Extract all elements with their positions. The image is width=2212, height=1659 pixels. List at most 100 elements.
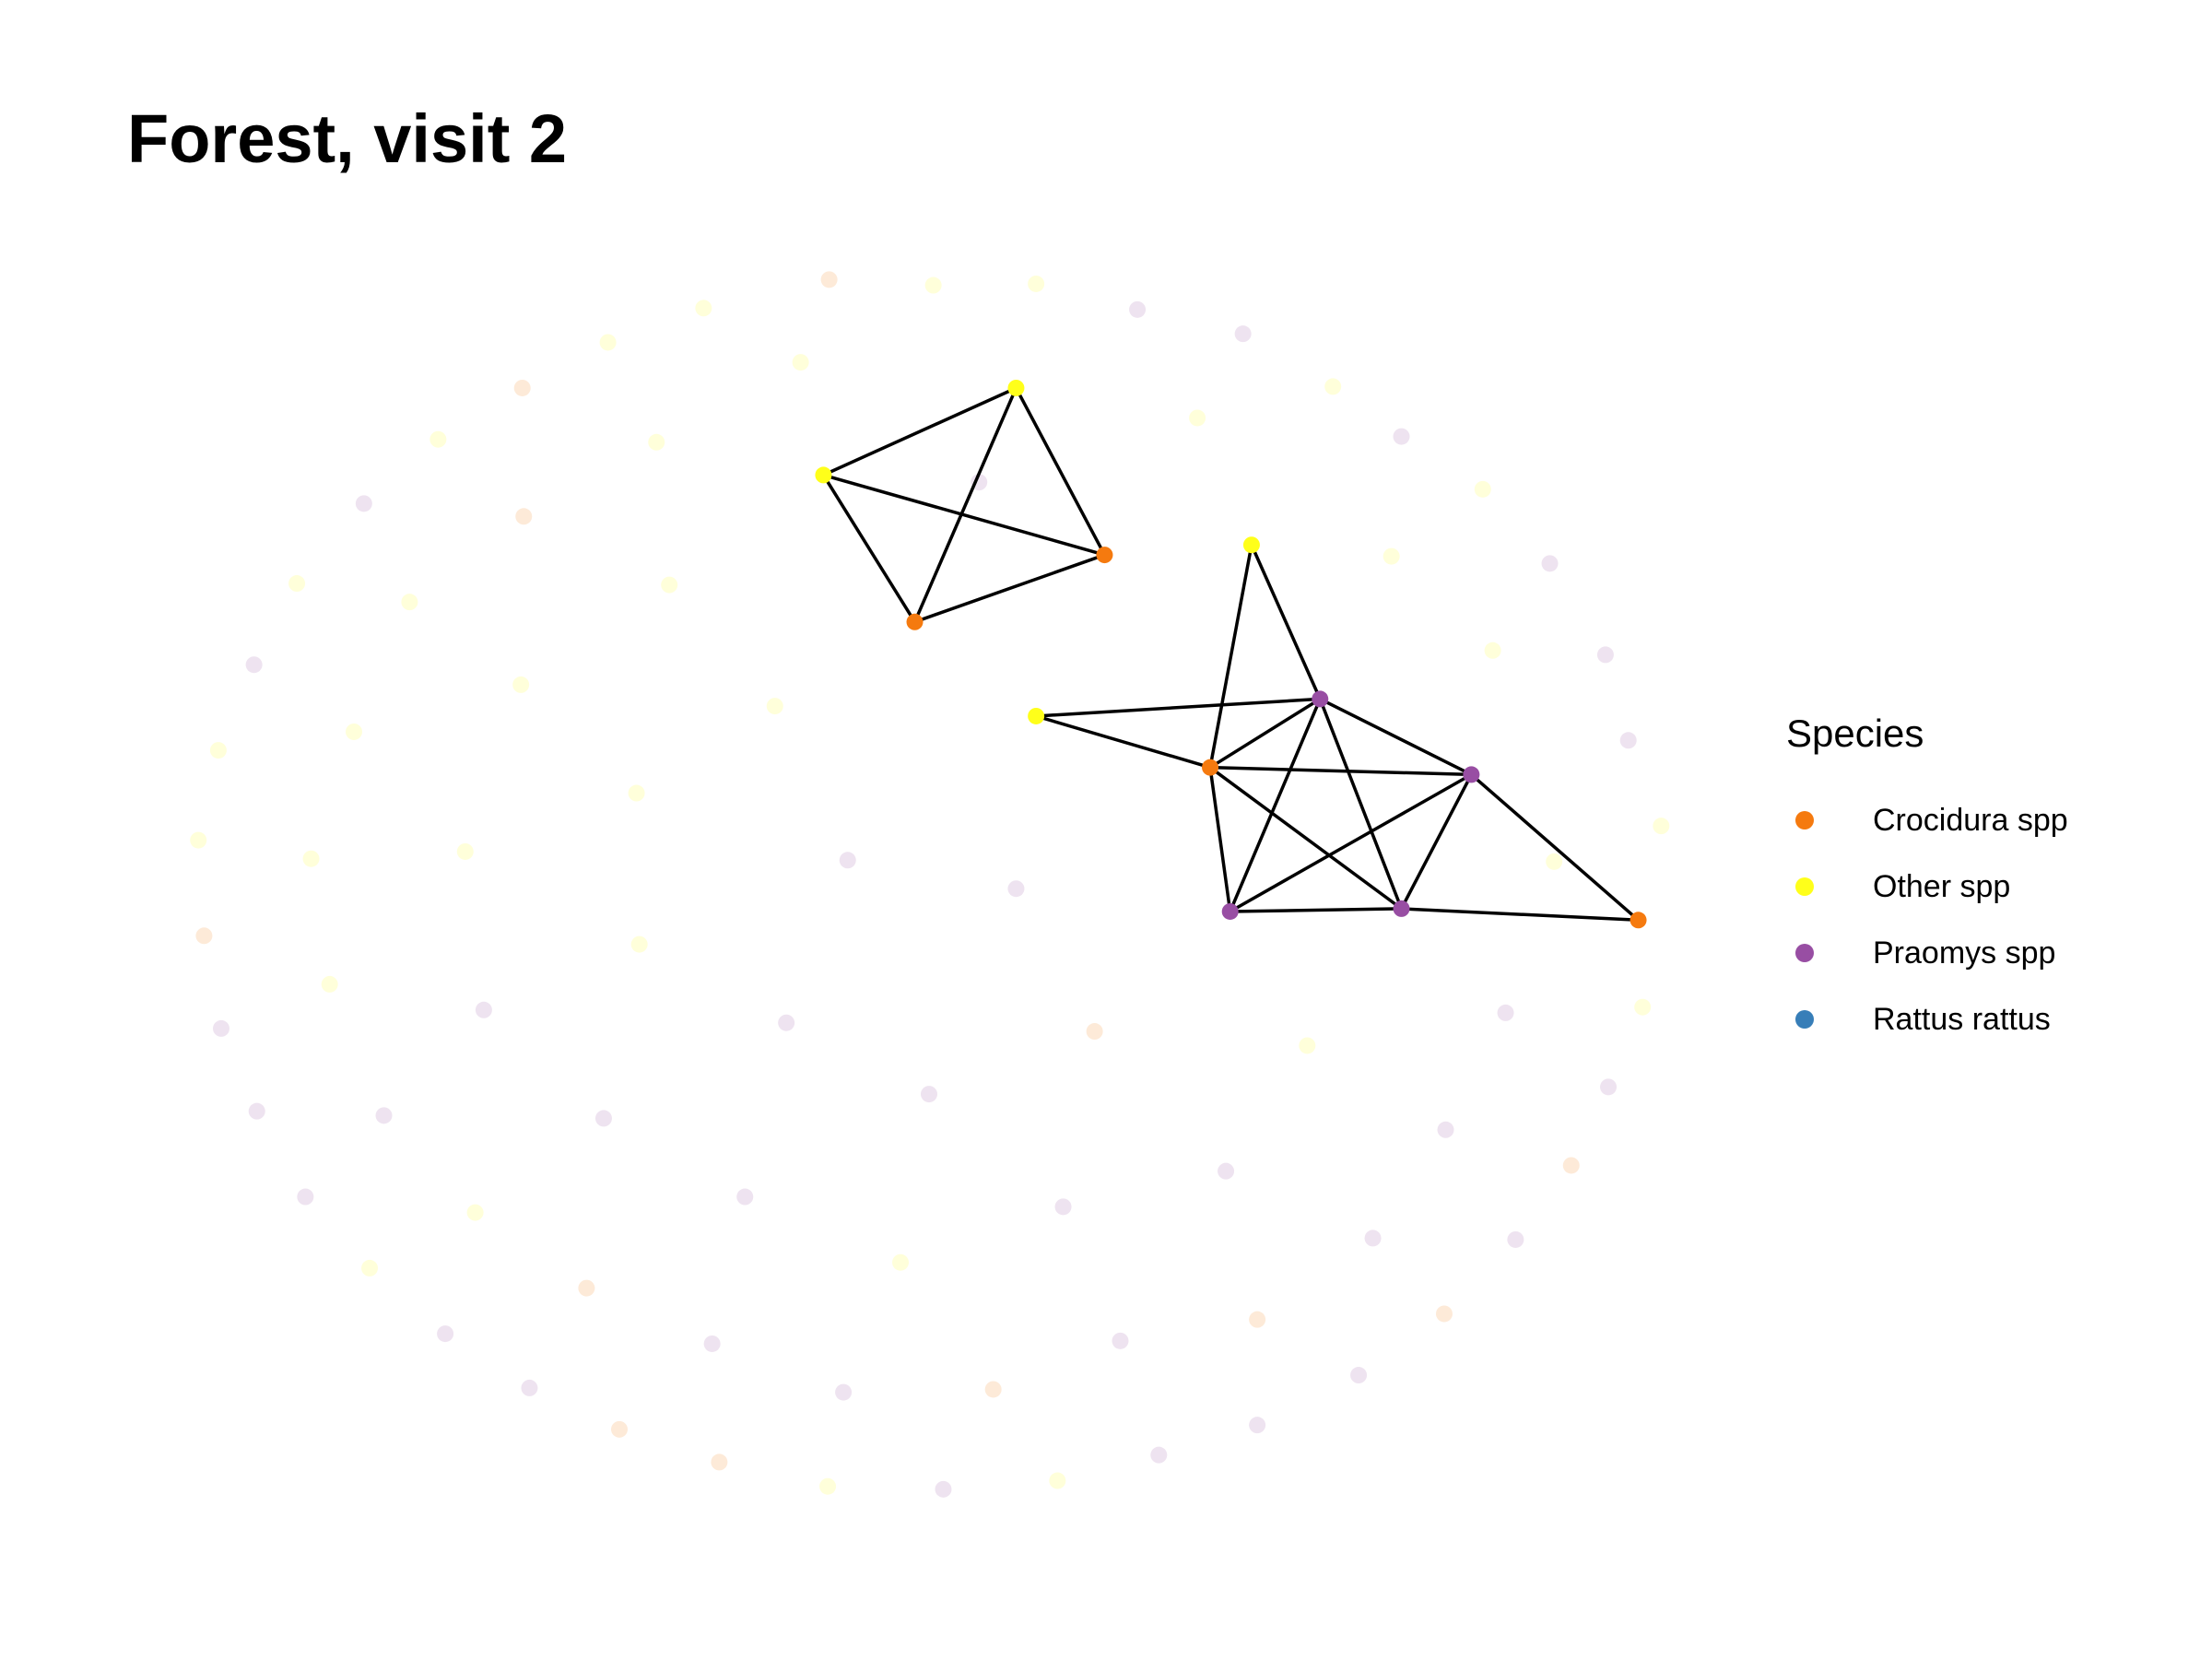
edge-n10-n11	[1230, 907, 1402, 913]
node-unconnected-other-spp	[1474, 480, 1491, 498]
node-n11-praomys-spp	[1393, 900, 1410, 917]
edge-n7-n10	[1229, 698, 1322, 912]
node-unconnected-other-spp	[346, 723, 362, 740]
node-unconnected-other-spp	[190, 831, 207, 849]
node-unconnected-praomys-spp	[1112, 1332, 1129, 1349]
node-unconnected-other-spp	[1324, 378, 1342, 395]
node-unconnected-praomys-spp	[1393, 428, 1410, 445]
node-unconnected-praomys-spp	[213, 1019, 229, 1037]
edges-layer	[821, 386, 1640, 923]
edge-n5-n8	[1208, 544, 1253, 768]
edge-n6-n8	[1035, 714, 1211, 770]
node-n1-other-spp	[1007, 379, 1025, 396]
node-unconnected-praomys-spp	[594, 1110, 612, 1127]
node-unconnected-praomys-spp	[835, 1383, 853, 1401]
node-unconnected-crocidura-spp	[195, 927, 213, 945]
node-unconnected-praomys-spp	[1129, 300, 1147, 318]
node-unconnected-praomys-spp	[355, 495, 372, 512]
node-unconnected-praomys-spp	[245, 656, 263, 674]
node-n6-other-spp	[1028, 707, 1045, 724]
node-unconnected-praomys-spp	[839, 852, 856, 869]
edge-n8-n10	[1208, 767, 1232, 912]
legend-dot-praomys	[1795, 944, 1814, 962]
node-unconnected-other-spp	[819, 1477, 837, 1495]
unconnected-nodes-layer	[190, 271, 1670, 1498]
legend-dot-crocidura	[1795, 811, 1814, 830]
legend-label-praomys: Praomys spp	[1873, 935, 2056, 971]
node-unconnected-other-spp	[792, 354, 809, 371]
edge-n5-n7	[1250, 544, 1322, 700]
node-unconnected-praomys-spp	[1150, 1446, 1168, 1464]
node-n4-crocidura-spp	[906, 613, 924, 630]
node-unconnected-other-spp	[1653, 818, 1670, 835]
node-n10-praomys-spp	[1221, 902, 1239, 920]
node-unconnected-praomys-spp	[437, 1325, 454, 1343]
legend: Species Crocidura spp Other spp Praomys …	[1786, 712, 2068, 1053]
legend-item-praomys: Praomys spp	[1786, 920, 2068, 986]
node-unconnected-praomys-spp	[297, 1188, 314, 1206]
legend-title: Species	[1786, 712, 1924, 755]
edge-n1-n3	[1014, 387, 1106, 556]
node-unconnected-other-spp	[695, 300, 712, 317]
node-n9-praomys-spp	[1463, 766, 1480, 783]
node-unconnected-praomys-spp	[1619, 732, 1637, 749]
edge-n11-n12	[1401, 907, 1639, 923]
node-unconnected-praomys-spp	[1600, 1078, 1618, 1096]
node-unconnected-praomys-spp	[1234, 325, 1252, 343]
node-unconnected-crocidura-spp	[984, 1381, 1002, 1398]
edge-n7-n9	[1319, 697, 1473, 776]
node-n3-crocidura-spp	[1096, 547, 1113, 564]
node-unconnected-praomys-spp	[778, 1014, 795, 1031]
node-unconnected-other-spp	[1299, 1037, 1316, 1054]
legend-label-other: Other spp	[1873, 868, 2011, 904]
node-unconnected-other-spp	[302, 850, 320, 867]
node-unconnected-praomys-spp	[375, 1107, 393, 1124]
node-unconnected-praomys-spp	[248, 1102, 265, 1120]
legend-item-rattus: Rattus rattus	[1786, 986, 2068, 1053]
node-unconnected-other-spp	[288, 575, 306, 593]
node-n8-crocidura-spp	[1202, 759, 1219, 776]
node-unconnected-crocidura-spp	[513, 379, 531, 396]
node-unconnected-praomys-spp	[1497, 1004, 1514, 1021]
node-unconnected-other-spp	[661, 576, 678, 594]
node-unconnected-crocidura-spp	[578, 1279, 595, 1297]
node-unconnected-crocidura-spp	[1086, 1023, 1103, 1041]
legend-dot-other	[1795, 877, 1814, 896]
edge-n3-n4	[913, 553, 1106, 624]
node-unconnected-praomys-spp	[1541, 555, 1559, 572]
node-unconnected-crocidura-spp	[1435, 1305, 1453, 1323]
node-unconnected-praomys-spp	[1007, 880, 1025, 898]
legend-label-rattus: Rattus rattus	[1873, 1001, 2051, 1037]
edge-n7-n8	[1209, 697, 1322, 770]
node-unconnected-other-spp	[466, 1204, 484, 1221]
node-n12-crocidura-spp	[1630, 912, 1647, 929]
node-unconnected-other-spp	[401, 594, 418, 611]
node-unconnected-other-spp	[1049, 1472, 1066, 1489]
legend-item-crocidura: Crocidura spp	[1786, 787, 2068, 853]
node-unconnected-other-spp	[1028, 275, 1045, 292]
node-n2-other-spp	[815, 466, 832, 484]
node-unconnected-other-spp	[1382, 547, 1400, 565]
node-unconnected-praomys-spp	[1350, 1367, 1368, 1384]
legend-label-crocidura: Crocidura spp	[1873, 802, 2068, 838]
node-unconnected-other-spp	[630, 935, 648, 953]
node-unconnected-other-spp	[1484, 641, 1501, 659]
node-unconnected-other-spp	[648, 433, 665, 451]
node-unconnected-other-spp	[512, 676, 530, 693]
node-unconnected-praomys-spp	[935, 1480, 952, 1498]
node-unconnected-praomys-spp	[1437, 1121, 1454, 1138]
node-unconnected-other-spp	[628, 784, 645, 802]
node-unconnected-praomys-spp	[703, 1335, 721, 1352]
node-unconnected-crocidura-spp	[611, 1420, 628, 1438]
node-unconnected-crocidura-spp	[711, 1453, 728, 1471]
node-unconnected-praomys-spp	[1596, 646, 1614, 664]
node-unconnected-crocidura-spp	[1249, 1311, 1266, 1328]
node-unconnected-other-spp	[1546, 853, 1563, 870]
node-unconnected-crocidura-spp	[820, 271, 838, 288]
node-unconnected-praomys-spp	[736, 1188, 754, 1206]
node-unconnected-other-spp	[1634, 998, 1652, 1016]
node-unconnected-praomys-spp	[1218, 1162, 1235, 1180]
node-unconnected-crocidura-spp	[515, 508, 533, 525]
node-unconnected-other-spp	[1189, 409, 1206, 427]
legend-dot-rattus	[1795, 1010, 1814, 1029]
